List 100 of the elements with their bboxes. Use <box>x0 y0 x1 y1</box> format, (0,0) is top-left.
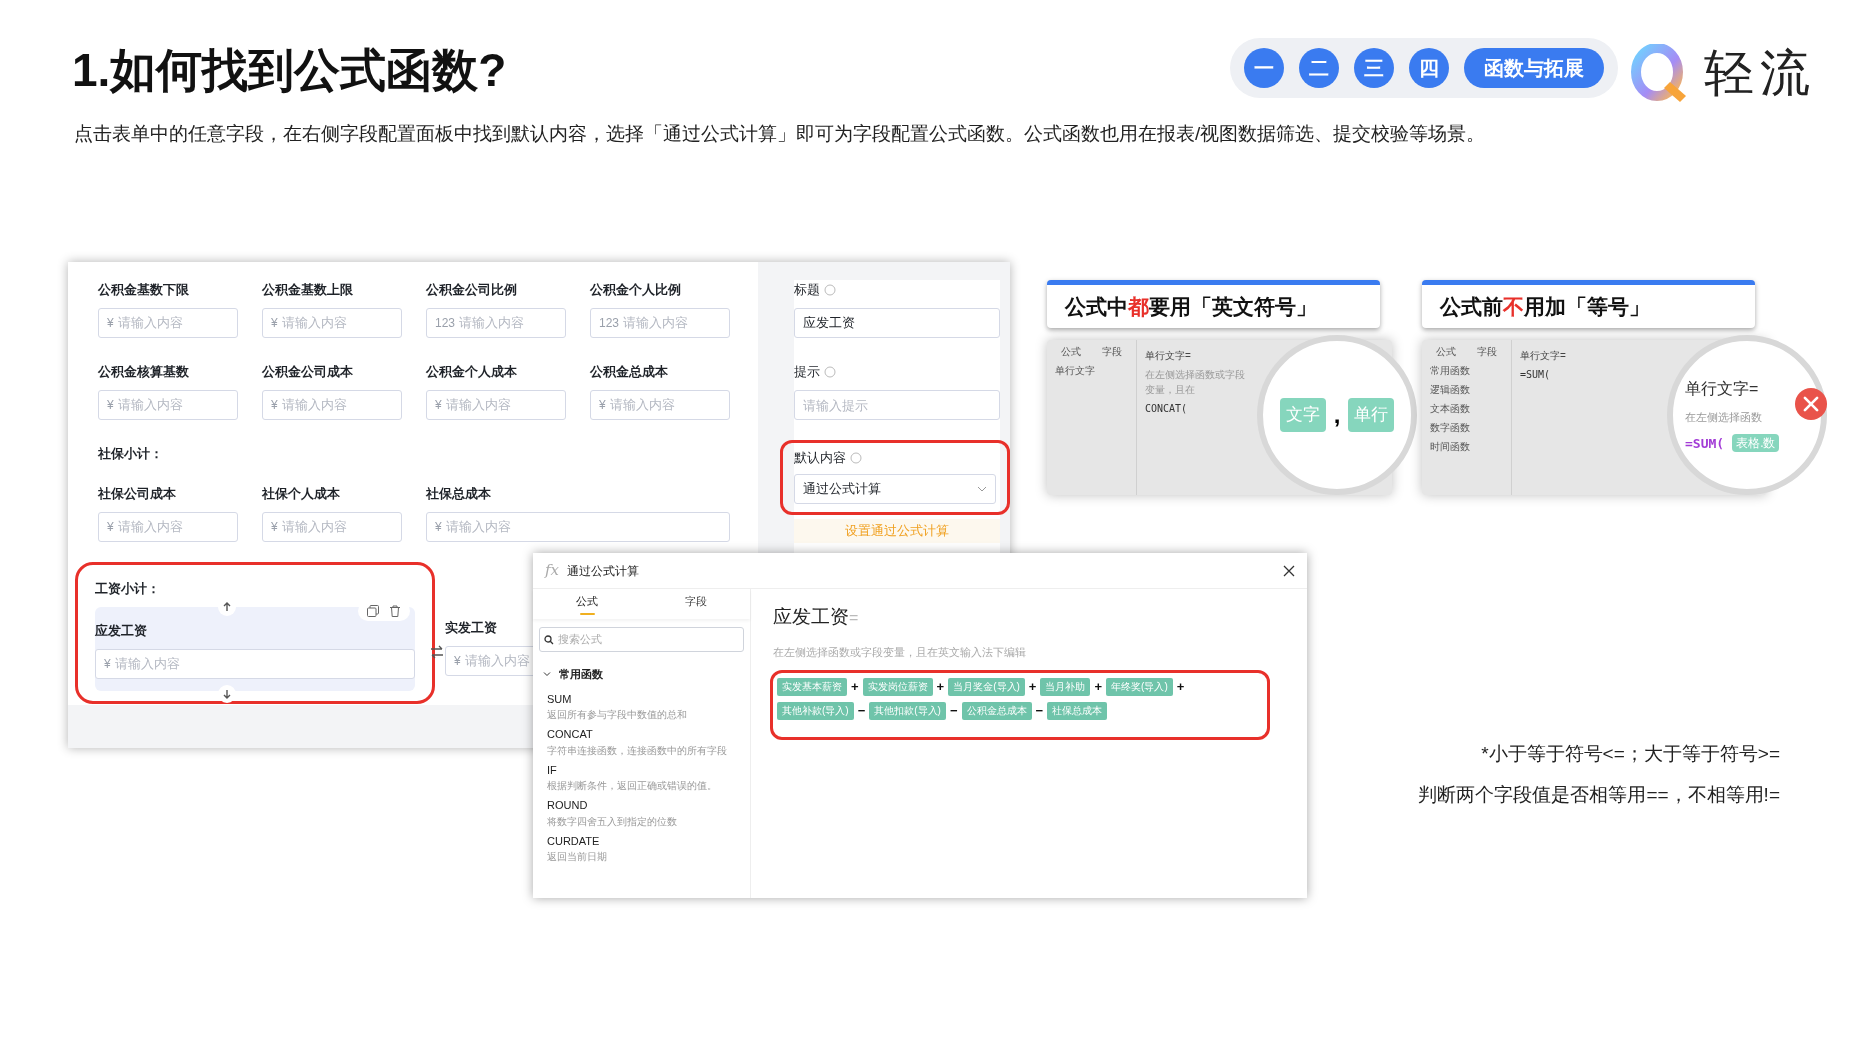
placeholder-text: 请输入内容 <box>464 651 530 670</box>
section-tab[interactable]: 二 <box>1299 48 1339 88</box>
tip-title: 公式前不用加「等号」 <box>1440 293 1650 320</box>
operator-sign: + <box>1176 678 1185 696</box>
operator-sign: − <box>1035 702 1044 720</box>
field-label: 公积金个人比例 <box>590 281 681 299</box>
function-name[interactable]: ROUND <box>547 797 588 814</box>
operator-sign: + <box>1028 678 1037 696</box>
default-select[interactable]: 通过公式计算 <box>794 474 996 504</box>
code-text: =SUM( <box>1520 368 1552 382</box>
note-text: 判断两个字段值是否相等用==，不相等用!= <box>1418 782 1780 807</box>
field-tag: 年终奖(导入) <box>1106 678 1173 696</box>
field-label: 社保总成本 <box>426 484 491 503</box>
dialog-tab[interactable]: 公式 <box>533 589 642 619</box>
placeholder-text: 请输入内容 <box>114 654 180 673</box>
section-tab[interactable]: 一 <box>1244 48 1284 88</box>
placeholder-text: 请输入内容 <box>609 396 675 415</box>
function-name[interactable]: IF <box>547 761 557 778</box>
prefix-label: ¥ <box>107 315 114 332</box>
field-label: 公积金基数上限 <box>262 281 353 299</box>
function-description: 根据判断条件，返回正确或错误的值。 <box>547 779 717 793</box>
tip-title: 公式中都要用「英文符号」 <box>1065 293 1317 320</box>
list-item: 时间函数 <box>1429 440 1471 454</box>
field-label: 公积金核算基数 <box>98 363 189 381</box>
placeholder-text: 请输入内容 <box>445 517 511 536</box>
prefix-label: ¥ <box>435 518 442 536</box>
field-label: 公积金基数下限 <box>98 281 189 299</box>
function-name[interactable]: SUM <box>547 690 572 707</box>
list-item: 常用函数 <box>1429 364 1471 378</box>
input-field[interactable]: ¥ 请输入内容 <box>262 308 402 338</box>
input-field[interactable]: ¥ 请输入内容 <box>98 511 238 542</box>
logo-icon <box>1630 43 1688 104</box>
field-label: 公积金公司比例 <box>426 281 517 299</box>
tab-label: 字段 <box>1101 345 1122 359</box>
prefix-label: ¥ <box>271 315 278 332</box>
placeholder-text: 请输入内容 <box>117 314 183 333</box>
field-tag: 社保总成本 <box>1047 702 1108 720</box>
search-icon <box>544 634 554 645</box>
form-field-card[interactable]: 应发工资 ¥ 请输入内容 <box>95 606 415 691</box>
field-tag: 实发岗位薪资 <box>862 678 933 696</box>
group-heading: 工资小计： <box>95 579 160 598</box>
section-tab[interactable]: 四 <box>1409 48 1449 88</box>
function-description: 字符串连接函数，连接函数中的所有字段 <box>547 743 727 758</box>
code-text: CONCAT( <box>1145 402 1189 416</box>
prefix-label: 123 <box>599 315 620 332</box>
dialog-tab[interactable]: 字段 <box>641 589 750 619</box>
copy-icon[interactable] <box>366 603 380 618</box>
field-label: 实发工资 <box>445 618 497 637</box>
field-title: 单行文字= <box>1520 349 1566 363</box>
comma-symbol: , <box>1333 400 1341 430</box>
tab-label: 公式 <box>1061 345 1082 359</box>
input-field[interactable]: ¥ 请输入内容 <box>262 390 402 420</box>
input-field[interactable]: 123 请输入内容 <box>590 308 730 338</box>
logo-text: 轻流 <box>1704 44 1816 103</box>
close-icon[interactable] <box>1283 564 1295 577</box>
hint-input[interactable]: 请输入提示 <box>794 390 1000 420</box>
title-input[interactable]: 应发工资 <box>794 308 1000 338</box>
function-name[interactable]: CURDATE <box>547 832 600 849</box>
dialog-title: 通过公式计算 <box>567 562 639 580</box>
field-tag: 实发基本薪资 <box>777 678 847 696</box>
search-field[interactable]: 搜索公式 <box>539 627 744 652</box>
swap-icon <box>430 644 444 659</box>
input-field[interactable]: ¥ 请输入内容 <box>426 390 566 420</box>
field-tag: 表格.数 <box>1732 434 1780 453</box>
operator-sign: + <box>851 678 859 696</box>
tab-label: 公式 <box>1436 345 1457 359</box>
operator-sign: + <box>1094 678 1103 696</box>
prefix-label: ¥ <box>107 518 114 536</box>
list-item: 文本函数 <box>1429 402 1471 416</box>
prefix-label: ¥ <box>271 518 278 536</box>
formula-editor[interactable]: 实发基本薪资 + 实发岗位薪资 + 当月奖金(导入) + 当月补助 + 年终奖(导入) + 其他补款(导入) − 其他扣款(导入) − 公积金总成本 − 社保总成本 <box>770 670 1270 740</box>
placeholder-text: 请输入内容 <box>445 396 511 415</box>
delete-icon[interactable] <box>388 603 402 618</box>
field-label: 公积金总成本 <box>590 363 668 381</box>
field-tag: 其他扣款(导入) <box>869 702 946 720</box>
section-tab[interactable]: 函数与拓展 <box>1464 48 1604 88</box>
field-tag: 当月奖金(导入) <box>948 678 1025 696</box>
input-field[interactable]: ¥ 请输入内容 <box>590 390 730 420</box>
function-description: 返回所有参与字段中数值的总和 <box>547 708 687 722</box>
prefix-label: ¥ <box>435 397 442 414</box>
prefix-label: ¥ <box>454 652 461 670</box>
field-tag: 文字 <box>1279 398 1326 432</box>
placeholder-text: 请输入内容 <box>281 314 347 333</box>
field-title: 单行文字= <box>1145 349 1192 363</box>
placeholder-text: 请输入内容 <box>281 396 347 415</box>
hint-text: 在左侧选择函数或字段变量，且在 <box>1145 368 1245 397</box>
input-field[interactable]: ¥ 请输入内容 <box>262 511 402 542</box>
section-tab[interactable]: 三 <box>1354 48 1394 88</box>
field-label: 公积金公司成本 <box>262 363 353 381</box>
tab-label: 字段 <box>1476 345 1497 359</box>
list-item: 单行文字 <box>1054 364 1096 378</box>
formula-link[interactable]: 设置通过公式计算 <box>794 519 1000 543</box>
formula-field-name: 应发工资 <box>773 605 849 629</box>
input-field[interactable]: ¥ 请输入内容 <box>98 390 238 420</box>
input-field[interactable]: ¥ 请输入内容 <box>95 648 415 679</box>
function-name[interactable]: CONCAT <box>547 726 593 743</box>
input-field[interactable]: ¥ 请输入内容 <box>426 511 730 542</box>
placeholder-text: 请输入内容 <box>623 314 689 333</box>
input-field[interactable]: 123 请输入内容 <box>426 308 566 338</box>
input-field[interactable]: ¥ 请输入内容 <box>98 308 238 338</box>
